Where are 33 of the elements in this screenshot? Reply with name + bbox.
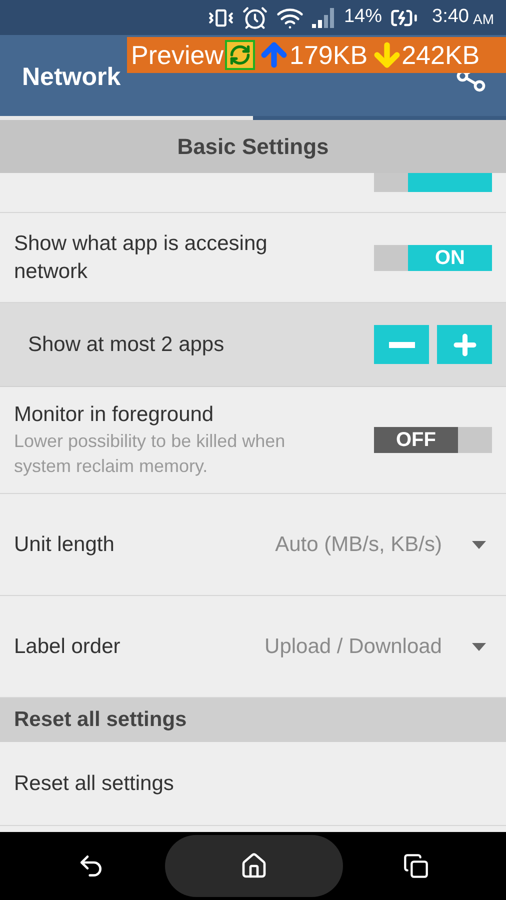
app-title: Network [22,62,121,93]
setting-label[interactable]: Reset all settings [14,768,174,800]
setting-label: Label order [14,634,120,660]
tab-indicator[interactable] [0,116,253,120]
toggle-switch[interactable]: ON [374,244,492,270]
section-header: Reset all settings [0,698,506,742]
toggle-switch[interactable]: OFF [374,427,492,453]
minus-icon [388,342,414,348]
home-icon [240,852,268,880]
setting-label: Show what app is accesing network [14,230,268,284]
recents-icon[interactable] [403,853,429,879]
battery-percent: 14% [344,5,382,30]
dropdown[interactable]: Upload / Download [264,630,486,662]
dropdown-caret-icon [472,642,486,650]
increase-button[interactable] [437,325,492,364]
clock-meridiem: AM [473,10,494,28]
tab-indicator[interactable] [253,116,506,120]
dropdown-caret-icon [472,540,486,548]
setting-label: Monitor in foreground [14,402,215,428]
traffic-icon [225,40,256,70]
setting-label: Unit length [14,532,114,558]
clock: 3:40 [432,5,469,30]
toggle-switch[interactable] [374,173,492,192]
setting-label: Show at most 2 apps [28,332,224,358]
section-header: Basic Settings [0,120,506,173]
dropdown[interactable]: Auto (MB/s, KB/s) [275,528,486,560]
download-amount: 242KB [402,38,480,72]
overlay-label: Preview [131,38,224,72]
alarm-icon [242,4,268,30]
upload-amount: 179KB [289,38,368,72]
setting-summary: Lower possibility to be killed when system reclaim memory. [14,430,286,478]
signal-icon [312,8,336,28]
decrease-button[interactable] [374,325,429,364]
